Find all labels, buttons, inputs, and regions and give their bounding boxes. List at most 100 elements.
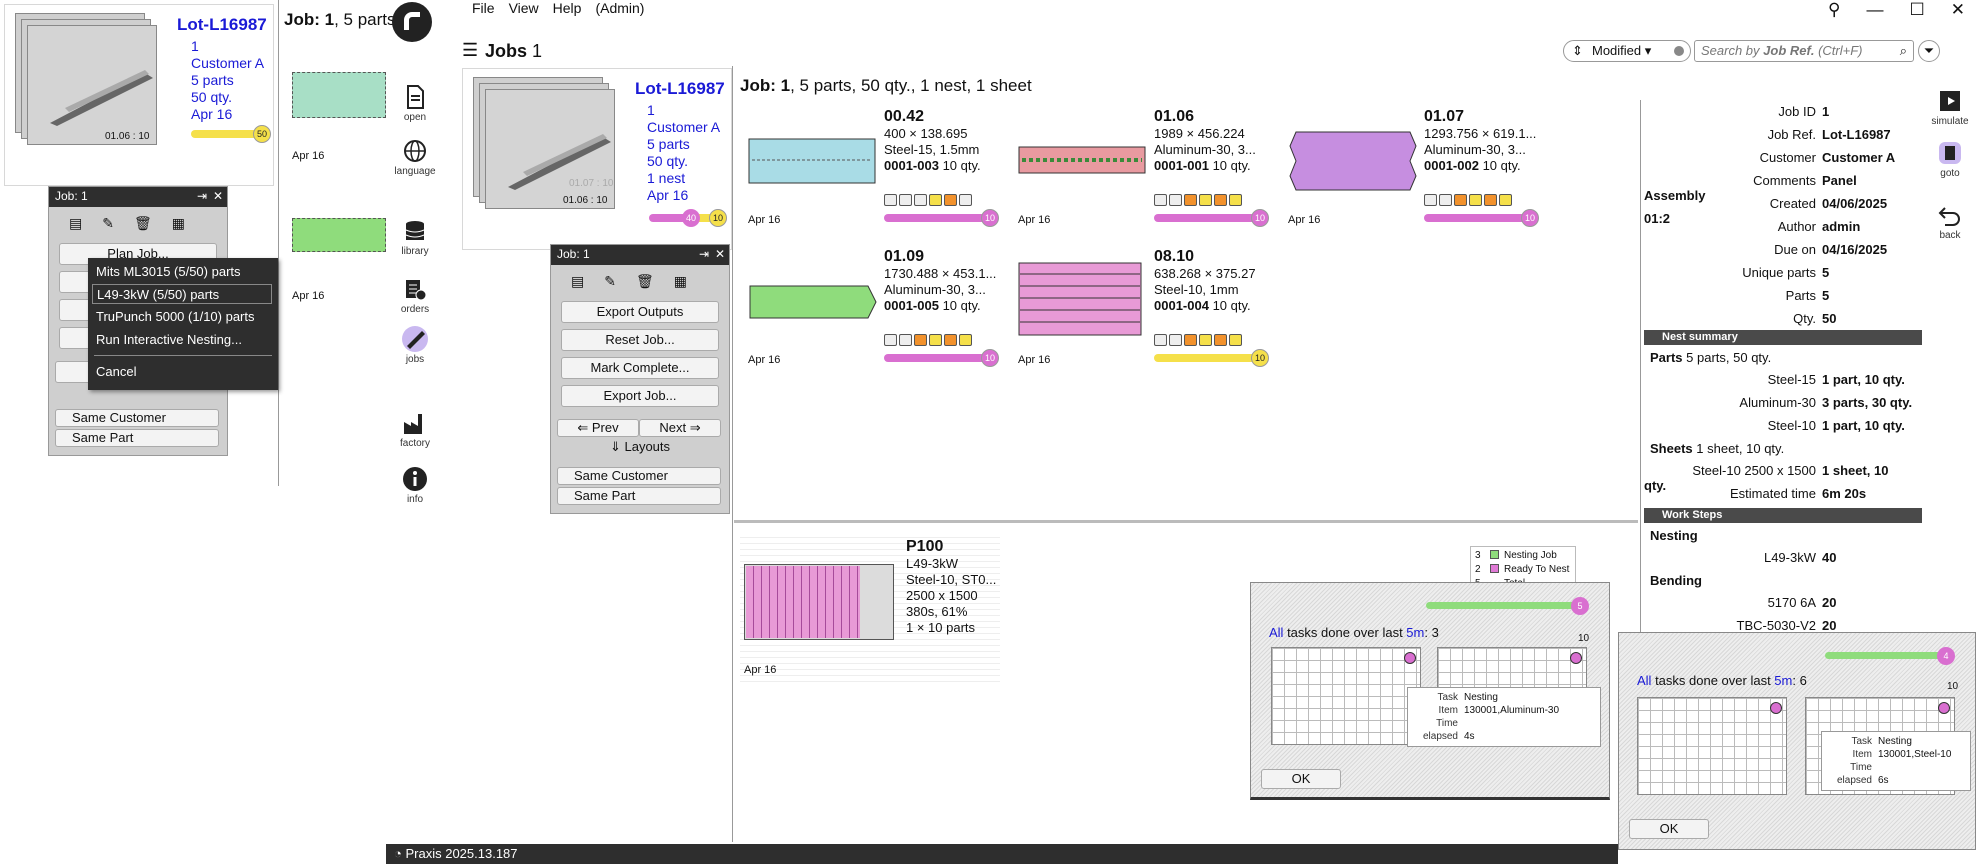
job-card[interactable]: 01.07 : 10 01.06 : 10 Lot-L16987 1 Custo… <box>462 68 732 250</box>
goto-button[interactable]: goto <box>1920 140 1980 179</box>
back-button[interactable]: back <box>1920 202 1980 241</box>
close-icon[interactable]: ✕ <box>1951 0 1965 20</box>
menu-view[interactable]: View <box>509 0 539 16</box>
part-thumb[interactable] <box>292 218 386 252</box>
task-chart <box>1637 697 1787 795</box>
sort-select[interactable]: ⇕ Modified ▾ <box>1563 40 1691 62</box>
part-card[interactable]: Apr 16 00.42 400 × 138.695 Steel-15, 1.5mm 0… <box>748 108 1008 238</box>
report-icon[interactable]: ▦ <box>172 215 185 232</box>
part-name: 01.09 <box>884 248 925 265</box>
filter-icon[interactable]: ⏷ <box>1918 40 1940 62</box>
part-dims: 1293.756 × 619.1... <box>1424 126 1537 141</box>
part-process-icons <box>1424 194 1512 208</box>
panel-title: Job: 1 ✕ ⇥ <box>49 187 227 207</box>
job-num: 1 <box>647 102 655 118</box>
export-job-button[interactable]: Export Job... <box>561 385 719 407</box>
menu-item-cancel[interactable]: Cancel <box>96 364 136 379</box>
clear-icon[interactable] <box>1674 46 1684 56</box>
open-icon <box>407 85 424 109</box>
menu-file[interactable]: File <box>472 0 495 16</box>
part-card[interactable]: Apr 16 01.09 1730.488 × 453.1... Aluminum-3… <box>748 248 1008 378</box>
part-thumbnail <box>1289 131 1417 191</box>
same-part-button[interactable]: Same Part <box>557 487 721 505</box>
job-lot[interactable]: Lot-L16987 <box>177 15 267 35</box>
maximize-icon[interactable]: ☐ <box>1909 0 1924 20</box>
orders-icon <box>406 280 427 301</box>
job-customer: Customer A <box>647 119 721 135</box>
menu-item-trupunch[interactable]: TruPunch 5000 (1/10) parts <box>96 309 255 324</box>
ghost-job-card[interactable]: 01.06 : 10 Lot-L16987 1 Customer A 5 par… <box>4 4 274 186</box>
part-name: 01.07 <box>1424 108 1465 125</box>
axis-max-label: 10 <box>1947 681 1959 692</box>
search-icon[interactable]: ⌕ <box>1900 41 1907 61</box>
search-input[interactable]: Search by Job Ref. (Ctrl+F) ⌕ <box>1694 40 1914 62</box>
menu-item-l49[interactable]: L49-3kW (5/50) parts <box>92 284 272 304</box>
goto-icon <box>1939 142 1961 164</box>
summary-material-row: Aluminum-30 3 parts, 30 qty. <box>1739 395 1913 410</box>
trash-icon[interactable]: 🗑 <box>134 215 152 232</box>
part-card[interactable]: Apr 16 01.06 1989 × 456.224 Aluminum-30, 3.… <box>1018 108 1278 238</box>
film-icon <box>1940 91 1960 111</box>
part-card[interactable]: Apr 16 08.10 638.268 × 375.27 Steel-10, 1mm… <box>1018 248 1278 378</box>
minimize-icon[interactable]: — <box>1866 0 1883 20</box>
work-steps-header[interactable]: Work Steps <box>1644 508 1922 523</box>
same-customer-button[interactable]: Same Customer <box>557 467 721 485</box>
job-qty: 50 qty. <box>647 153 688 169</box>
back-icon <box>1938 207 1960 226</box>
trash-icon[interactable]: 🗑 <box>636 273 654 290</box>
user-icon[interactable]: ⚲ <box>1828 0 1840 20</box>
edit-icon[interactable]: ✎ <box>604 273 616 290</box>
language-button[interactable]: language <box>385 138 445 177</box>
nest-card[interactable]: P100 L49-3kW Steel-10, ST0... 2500 x 150… <box>740 532 1000 682</box>
stack-code-faint: 01.07 : 10 <box>569 178 614 189</box>
job-lot[interactable]: Lot-L16987 <box>635 79 725 99</box>
simulate-button[interactable]: simulate <box>1920 88 1980 127</box>
edit-icon[interactable]: ✎ <box>102 215 114 232</box>
nest-summary-header[interactable]: Nest summary <box>1644 330 1922 345</box>
doc-icon[interactable]: ▤ <box>571 273 584 290</box>
pin-icon[interactable]: ⇥ <box>699 247 709 261</box>
detail-row: Qty. 50 <box>1793 311 1837 326</box>
close-icon[interactable]: ✕ <box>715 247 725 261</box>
library-button[interactable]: library <box>385 218 445 257</box>
same-customer-button[interactable]: Same Customer <box>55 409 219 427</box>
job-nests: 1 nest <box>647 170 686 186</box>
doc-icon[interactable]: ▤ <box>69 215 82 232</box>
nest-time: 380s, 61% <box>906 604 968 619</box>
ok-button[interactable]: OK <box>1629 819 1709 839</box>
same-part-button[interactable]: Same Part <box>55 429 219 447</box>
part-card[interactable]: Apr 16 01.07 1293.756 × 619.1... Aluminum-3… <box>1288 108 1548 238</box>
next-button[interactable]: Next ⇒ <box>639 419 721 437</box>
detail-row: Customer Customer A <box>1759 150 1896 165</box>
nest-date: Apr 16 <box>744 664 777 676</box>
part-dims: 1730.488 × 453.1... <box>884 266 997 281</box>
info-button[interactable]: info <box>385 466 445 505</box>
job-qty: 50 qty. <box>191 89 232 105</box>
orders-button[interactable]: orders <box>385 276 445 315</box>
job-num: 1 <box>191 38 199 54</box>
app-logo[interactable] <box>392 2 432 42</box>
stack-code: 01.06 : 10 <box>105 131 150 142</box>
open-button[interactable]: open <box>385 84 445 123</box>
part-thumbnail <box>1018 146 1146 174</box>
export-outputs-button[interactable]: Export Outputs <box>561 301 719 323</box>
part-progress <box>884 354 994 362</box>
menu-admin[interactable]: (Admin) <box>595 0 644 16</box>
report-icon[interactable]: ▦ <box>674 273 687 290</box>
part-process-icons <box>884 334 972 348</box>
ok-button[interactable]: OK <box>1261 769 1341 789</box>
progress-bar <box>1426 602 1586 609</box>
hamburger-icon[interactable]: ☰ <box>462 40 478 61</box>
part-id-qty: 0001-002 10 qty. <box>1424 158 1521 173</box>
reset-job-button[interactable]: Reset Job... <box>561 329 719 351</box>
jobs-button[interactable]: jobs <box>385 326 445 365</box>
menu-help[interactable]: Help <box>553 0 582 16</box>
prev-button[interactable]: ⇐ Prev <box>557 419 639 437</box>
menu-item-interactive-nesting[interactable]: Run Interactive Nesting... <box>96 332 242 347</box>
menu-item-mits[interactable]: Mits ML3015 (5/50) parts <box>96 264 241 279</box>
mark-complete-button[interactable]: Mark Complete... <box>561 357 719 379</box>
app-logo-small: ◔ <box>394 846 402 861</box>
factory-button[interactable]: factory <box>385 410 445 449</box>
part-thumb[interactable] <box>292 72 386 118</box>
layouts-button[interactable]: ⇓ Layouts <box>551 439 729 455</box>
